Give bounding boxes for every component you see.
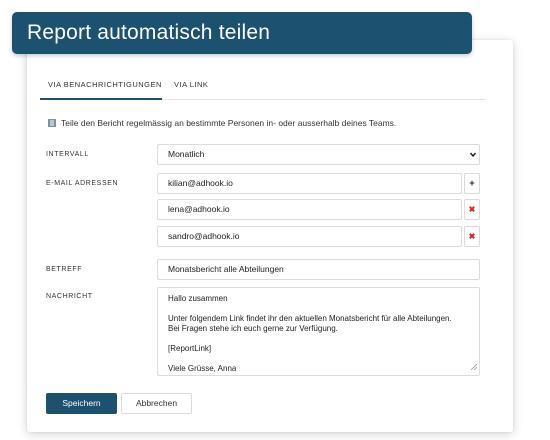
email-field-2[interactable]: lena@adhook.io [157, 199, 462, 220]
remove-email-button[interactable]: ✖ [464, 226, 480, 247]
message-line: Unter folgendem Link findet ihr den aktu… [168, 314, 452, 323]
email-field-1[interactable]: kilian@adhook.io [157, 173, 462, 194]
message-line: [ReportLink] [168, 344, 212, 353]
message-line: Viele Grüsse, Anna [168, 364, 237, 373]
tab-via-benachrichtigungen[interactable]: VIA BENACHRICHTIGUNGEN [40, 80, 162, 100]
tab-via-link[interactable]: VIA LINK [174, 80, 208, 100]
message-textarea[interactable]: Hallo zusammen Unter folgendem Link find… [157, 287, 480, 376]
tab-bar: VIA BENACHRICHTIGUNGEN VIA LINK [40, 80, 486, 100]
interval-value: Monatlich [168, 149, 205, 159]
info-line: Teile den Bericht regelmässig an bestimm… [48, 118, 396, 128]
cancel-button[interactable]: Abbrechen [121, 393, 192, 414]
message-line: Bei Fragen stehe ich euch gerne zur Verf… [168, 324, 338, 333]
info-icon [48, 119, 56, 127]
message-line: Hallo zusammen [168, 294, 228, 303]
interval-select[interactable]: Monatlich [157, 144, 480, 165]
subject-field[interactable]: Monatsbericht alle Abteilungen [157, 259, 480, 280]
remove-email-button[interactable]: ✖ [464, 199, 480, 220]
plus-icon: + [469, 178, 475, 188]
message-label: NACHRICHT [46, 293, 93, 300]
interval-label: INTERVALL [46, 151, 89, 158]
add-email-button[interactable]: + [464, 173, 480, 194]
email-field-3[interactable]: sandro@adhook.io [157, 226, 462, 247]
close-icon: ✖ [468, 232, 476, 241]
subject-label: BETREFF [46, 266, 83, 273]
emails-label: E-MAIL ADRESSEN [46, 180, 119, 187]
chevron-down-icon [469, 145, 477, 171]
close-icon: ✖ [468, 205, 476, 214]
save-button[interactable]: Speichern [46, 393, 117, 414]
resize-handle-icon[interactable] [470, 363, 478, 374]
page-title: Report automatisch teilen [12, 12, 472, 54]
info-text: Teile den Bericht regelmässig an bestimm… [61, 118, 397, 128]
